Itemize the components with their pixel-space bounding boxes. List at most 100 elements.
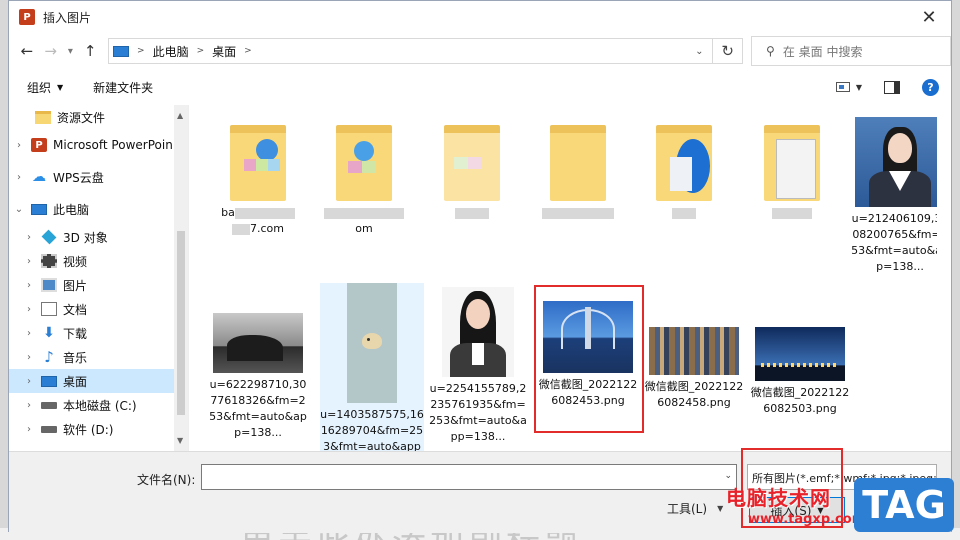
document-icon	[41, 302, 57, 316]
file-name	[422, 205, 522, 221]
folder-item[interactable]: om	[314, 105, 414, 253]
file-name: om	[314, 205, 414, 237]
refresh-button[interactable]: ↻	[713, 38, 744, 64]
file-name: u=212406109,3008200765&fm=253&fmt=auto&a…	[851, 212, 949, 273]
scroll-down-icon[interactable]: ▼	[177, 436, 183, 445]
picture-icon	[41, 278, 57, 292]
back-button[interactable]: ←	[15, 38, 39, 64]
sidebar-item-downloads[interactable]: › ⬇ 下载	[9, 321, 188, 345]
chevron-right-icon[interactable]: ›	[23, 352, 35, 363]
watermark-url: www.tagxp.com	[748, 512, 866, 527]
chevron-down-icon: ▾	[67, 45, 73, 57]
filename-label: 文件名(N):	[137, 473, 196, 487]
forward-button[interactable]: →	[39, 38, 63, 64]
chevron-right-icon[interactable]: ›	[23, 328, 35, 339]
sidebar-item-label: Microsoft PowerPoin	[53, 138, 173, 152]
sidebar-item-this-pc[interactable]: ⌄ 此电脑	[9, 193, 188, 225]
file-name: 微信截图_20221226082503.png	[750, 386, 850, 415]
organize-button[interactable]: 组织 ▼	[27, 79, 63, 96]
folder-icon	[444, 125, 500, 201]
sidebar-item-label: 下载	[63, 326, 88, 341]
arrow-left-icon: ←	[20, 42, 34, 60]
breadcrumb-this-pc[interactable]: 此电脑	[153, 43, 189, 60]
file-list-scrollbar[interactable]	[937, 105, 951, 451]
chevron-right-icon[interactable]: ›	[13, 140, 25, 151]
sidebar-item-desktop[interactable]: › 桌面	[9, 369, 188, 393]
folder-item[interactable]	[742, 105, 842, 253]
image-file-item[interactable]: u=212406109,3008200765&fm=253&fmt=auto&a…	[850, 105, 950, 277]
highlight-box-file	[534, 285, 644, 433]
sidebar-item-disk-c[interactable]: › 本地磁盘 (C:)	[9, 393, 188, 417]
folder-item[interactable]	[422, 105, 522, 253]
arrow-right-icon: →	[44, 42, 57, 60]
view-options-dropdown[interactable]: ▼	[856, 83, 862, 92]
disk-icon	[41, 425, 57, 433]
cube-icon	[41, 229, 57, 245]
navigation-bar: ← → ▾ ↑ > 此电脑 > 桌面 > ⌄ ↻ ⚲ 在 桌面 中搜索	[9, 33, 951, 69]
sidebar-scroll-thumb[interactable]	[177, 231, 185, 415]
powerpoint-icon: P	[31, 138, 47, 152]
folder-item[interactable]	[634, 105, 734, 253]
image-file-item[interactable]: 微信截图_20221226082458.png	[644, 315, 744, 435]
sidebar-item-label: 图片	[63, 278, 88, 293]
chevron-right-icon[interactable]: ›	[13, 172, 25, 183]
sidebar-item-powerpoint[interactable]: › P Microsoft PowerPoin	[9, 129, 188, 161]
image-file-item[interactable]: u=2254155789,2235761935&fm=253&fmt=auto&…	[428, 283, 528, 451]
chevron-right-icon[interactable]: >	[244, 46, 252, 56]
watermark-tag-logo: TAG	[854, 478, 954, 532]
folder-item[interactable]: ba 7.com	[208, 105, 308, 253]
sidebar-item-music[interactable]: › ♪ 音乐	[9, 345, 188, 369]
filename-input[interactable]: ⌄	[201, 464, 737, 490]
scroll-up-icon[interactable]: ▲	[177, 111, 183, 120]
sidebar-item-disk-d[interactable]: › 软件 (D:)	[9, 417, 188, 441]
help-icon[interactable]: ?	[922, 78, 939, 96]
search-input[interactable]: ⚲ 在 桌面 中搜索	[751, 36, 951, 66]
file-name: u=622298710,3077618326&fm=253&fmt=auto&a…	[209, 378, 307, 439]
up-button[interactable]: ↑	[78, 38, 102, 64]
search-icon: ⚲	[766, 44, 775, 58]
music-icon: ♪	[44, 348, 54, 366]
chevron-right-icon[interactable]: ›	[23, 256, 35, 267]
chevron-right-icon[interactable]: ›	[23, 424, 35, 435]
new-folder-button[interactable]: 新建文件夹	[93, 79, 153, 96]
sidebar-item-documents[interactable]: › 文档	[9, 297, 188, 321]
sidebar-item-resources[interactable]: 资源文件	[9, 105, 188, 129]
chevron-right-icon[interactable]: ›	[23, 304, 35, 315]
image-file-item-selected[interactable]: u=1403587575,1616289704&fm=253&fmt=auto&…	[320, 283, 424, 451]
image-thumbnail	[442, 287, 514, 377]
chevron-down-icon[interactable]: ⌄	[13, 204, 25, 215]
close-button[interactable]: ✕	[907, 1, 951, 33]
computer-icon	[113, 45, 130, 57]
sidebar-scrollbar[interactable]: ▲ ▼	[174, 105, 188, 451]
sidebar-item-videos[interactable]: › 视频	[9, 249, 188, 273]
recent-locations-button[interactable]: ▾	[62, 38, 78, 64]
sidebar-item-wps-cloud[interactable]: › ☁ WPS云盘	[9, 161, 188, 193]
view-icon[interactable]	[835, 82, 850, 92]
tools-button[interactable]: 工具(L) ▼	[667, 500, 723, 517]
file-name: u=2254155789,2235761935&fm=253&fmt=auto&…	[429, 382, 527, 443]
disk-icon	[41, 401, 57, 409]
preview-pane-icon[interactable]	[884, 80, 900, 94]
chevron-right-icon[interactable]: >	[197, 46, 205, 56]
download-icon: ⬇	[43, 325, 55, 341]
address-bar[interactable]: > 此电脑 > 桌面 > ⌄	[108, 38, 714, 64]
image-file-item[interactable]: u=622298710,3077618326&fm=253&fmt=auto&a…	[208, 283, 308, 451]
image-file-item[interactable]: 微信截图_20221226082503.png	[750, 315, 850, 435]
address-history-dropdown[interactable]: ⌄	[686, 46, 712, 57]
breadcrumb-desktop[interactable]: 桌面	[212, 43, 236, 60]
chevron-right-icon[interactable]: ›	[23, 400, 35, 411]
file-name	[742, 205, 842, 221]
sidebar-item-3d-objects[interactable]: › 3D 对象	[9, 225, 188, 249]
sidebar-item-label: 此电脑	[53, 202, 90, 217]
folder-item[interactable]	[528, 105, 628, 253]
filename-history-dropdown[interactable]: ⌄	[724, 471, 732, 481]
sidebar-item-pictures[interactable]: › 图片	[9, 273, 188, 297]
chevron-right-icon[interactable]: ›	[23, 232, 35, 243]
chevron-right-icon[interactable]: >	[137, 46, 145, 56]
title-bar: P 插入图片 ✕	[9, 1, 951, 33]
caret-down-icon: ▼	[717, 504, 724, 513]
chevron-right-icon[interactable]: ›	[23, 280, 35, 291]
chevron-right-icon[interactable]: ›	[23, 376, 35, 387]
folder-icon	[656, 125, 712, 201]
sidebar-item-label: 视频	[63, 254, 88, 269]
